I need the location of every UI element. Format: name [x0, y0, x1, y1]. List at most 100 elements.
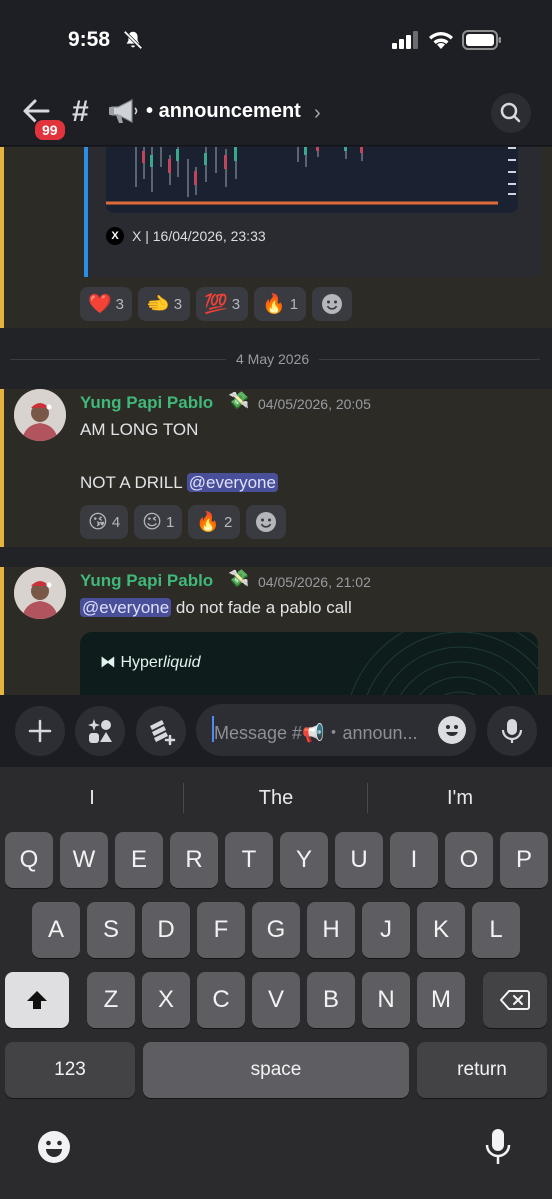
- key-x[interactable]: X: [142, 972, 190, 1028]
- chart-image[interactable]: [106, 147, 518, 213]
- hyperliquid-mark-icon: ⧓: [100, 654, 116, 671]
- avatar[interactable]: [14, 389, 66, 441]
- key-y[interactable]: Y: [280, 832, 328, 888]
- key-j[interactable]: J: [362, 902, 410, 958]
- key-c[interactable]: C: [197, 972, 245, 1028]
- nitro-gift-icon: [150, 720, 176, 746]
- key-a[interactable]: A: [32, 902, 80, 958]
- shift-key[interactable]: [5, 972, 69, 1028]
- delete-key[interactable]: [483, 972, 547, 1028]
- plus-icon: [28, 719, 52, 743]
- return-key[interactable]: return: [417, 1042, 547, 1098]
- reaction-hand[interactable]: 🫲 3: [138, 287, 191, 321]
- key-u[interactable]: U: [335, 832, 383, 888]
- key-t[interactable]: T: [225, 832, 273, 888]
- hundred-emoji: 💯: [204, 294, 228, 315]
- kiss-emoji: 😘: [88, 511, 108, 533]
- embed-footer: X X | 16/04/2026, 23:33: [106, 227, 266, 245]
- chevron-right-icon[interactable]: ›: [314, 102, 321, 125]
- status-time: 9:58: [68, 28, 111, 51]
- key-l[interactable]: L: [472, 902, 520, 958]
- key-k[interactable]: K: [417, 902, 465, 958]
- timestamp: 04/05/2026, 20:05: [258, 396, 371, 412]
- fire-emoji: 🔥: [262, 294, 286, 315]
- reaction-count: 1: [289, 295, 299, 313]
- key-z[interactable]: Z: [87, 972, 135, 1028]
- reaction-count: 3: [115, 295, 125, 313]
- suggestion-3[interactable]: I'm: [368, 767, 552, 829]
- key-i[interactable]: I: [390, 832, 438, 888]
- shift-arrow-icon: [27, 991, 47, 1009]
- emoji-button[interactable]: [438, 716, 466, 744]
- key-q[interactable]: Q: [5, 832, 53, 888]
- reaction-fire[interactable]: 🔥 2: [188, 505, 241, 539]
- key-h[interactable]: H: [307, 902, 355, 958]
- onscreen-keyboard: I The I'm Q W E R T Y U I O P A S D F G …: [0, 767, 552, 1199]
- numbers-key[interactable]: 123: [5, 1042, 135, 1098]
- mention-everyone[interactable]: @everyone: [80, 598, 172, 617]
- date-divider-text: 4 May 2026: [226, 351, 320, 367]
- reaction-hundred[interactable]: 💯 3: [196, 287, 249, 321]
- key-p[interactable]: P: [500, 832, 548, 888]
- suggestion-1[interactable]: I: [0, 767, 184, 829]
- apps-button[interactable]: [75, 706, 125, 756]
- cell-signal-icon: [392, 31, 418, 49]
- key-n[interactable]: N: [362, 972, 410, 1028]
- x-logo-icon: X: [106, 227, 124, 245]
- bell-off-icon: [123, 30, 143, 50]
- mention-everyone[interactable]: @everyone: [186, 473, 278, 492]
- dictation-mic-icon[interactable]: [484, 1127, 512, 1167]
- key-m[interactable]: M: [417, 972, 465, 1028]
- username[interactable]: Yung Papi Pablo: [80, 393, 213, 413]
- key-b[interactable]: B: [307, 972, 355, 1028]
- message-input[interactable]: Message #📢・announ...: [196, 704, 476, 756]
- reaction-wink[interactable]: 😉 1: [134, 505, 183, 539]
- message-placeholder: Message #📢・announ...: [214, 723, 418, 743]
- key-o[interactable]: O: [445, 832, 493, 888]
- hyperliquid-embed[interactable]: ⧓ Hyperliquid: [80, 632, 538, 695]
- apps-sparkle-icon: [88, 719, 112, 743]
- megaphone-icon: [109, 99, 138, 123]
- channel-dot: •: [146, 100, 154, 122]
- unread-badge: 99: [33, 118, 67, 142]
- channel-name-text: announcement: [158, 100, 301, 122]
- tweet-embed[interactable]: X X | 16/04/2026, 23:33: [84, 147, 542, 277]
- message-list[interactable]: X X | 16/04/2026, 23:33 ❤️ 3 🫲 3 💯 3 🔥 1 4 M…: [0, 147, 552, 695]
- gift-button[interactable]: [136, 706, 186, 756]
- reaction-count: 2: [223, 513, 233, 531]
- candlestick-chart-image: [106, 147, 516, 205]
- suggestion-2[interactable]: The: [184, 767, 368, 829]
- username[interactable]: Yung Papi Pablo: [80, 571, 213, 591]
- voice-message-button[interactable]: [487, 706, 537, 756]
- key-f[interactable]: F: [197, 902, 245, 958]
- key-r[interactable]: R: [170, 832, 218, 888]
- add-reaction-button[interactable]: [312, 287, 353, 321]
- space-key[interactable]: space: [143, 1042, 409, 1098]
- channel-header: 99 # • announcement ›: [0, 80, 552, 146]
- reaction-fire[interactable]: 🔥 1: [254, 287, 307, 321]
- message-2: Yung Papi Pablo 💸 04/05/2026, 21:02 @eve…: [0, 567, 552, 695]
- hyperliquid-logo: ⧓ Hyperliquid: [100, 652, 201, 672]
- search-icon: [500, 102, 521, 123]
- composer-bar: Message #📢・announ...: [0, 695, 552, 767]
- brand-hyper: Hyper: [120, 654, 164, 671]
- timestamp: 04/05/2026, 21:02: [258, 574, 371, 590]
- reaction-count: 3: [231, 295, 241, 313]
- key-v[interactable]: V: [252, 972, 300, 1028]
- channel-name[interactable]: • announcement: [146, 100, 301, 123]
- emoji-keyboard-icon[interactable]: [36, 1129, 72, 1165]
- message-text-line1: @everyone do not fade a pablo call: [80, 598, 352, 618]
- wifi-icon: [429, 32, 453, 49]
- reaction-heart[interactable]: ❤️ 3: [80, 287, 133, 321]
- add-reaction-button[interactable]: [246, 505, 287, 539]
- key-s[interactable]: S: [87, 902, 135, 958]
- search-button[interactable]: [491, 93, 531, 133]
- key-g[interactable]: G: [252, 902, 300, 958]
- key-d[interactable]: D: [142, 902, 190, 958]
- reaction-kiss[interactable]: 😘 4: [80, 505, 129, 539]
- key-w[interactable]: W: [60, 832, 108, 888]
- add-attachment-button[interactable]: [15, 706, 65, 756]
- avatar[interactable]: [14, 567, 66, 619]
- avatar-image: [14, 389, 66, 441]
- key-e[interactable]: E: [115, 832, 163, 888]
